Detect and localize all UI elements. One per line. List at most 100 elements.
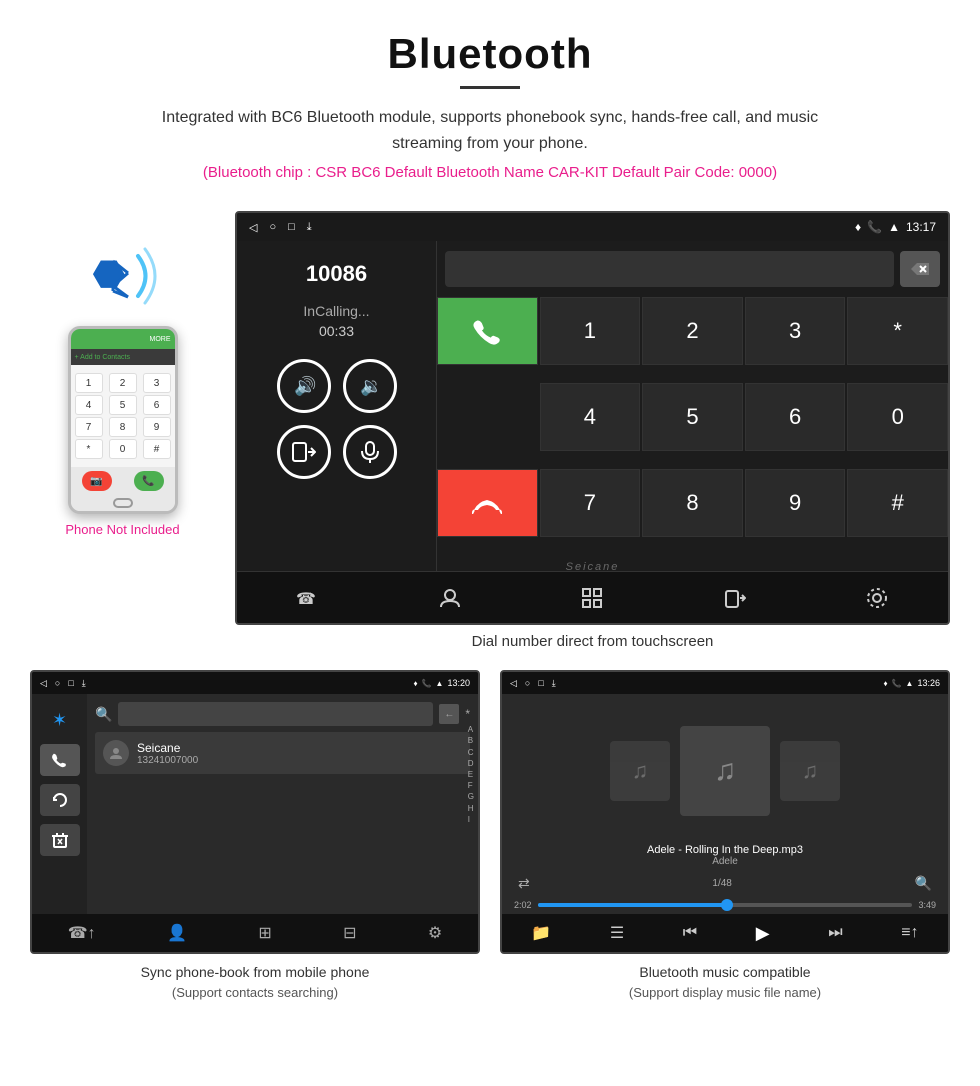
music-folder-icon[interactable]: 📁	[531, 923, 551, 943]
music-track-info: 1/48	[712, 878, 731, 889]
music-nav-circle[interactable]: ○	[525, 678, 530, 689]
music-progress-bar[interactable]	[538, 903, 913, 907]
car-screen-body: 10086 InCalling... 00:33 🔊	[237, 241, 948, 571]
status-bar-right: ♦ 📞 ▲ 13:17	[855, 220, 936, 234]
pb-nav-back[interactable]: ◁	[40, 678, 47, 689]
dialer-key-6[interactable]: 6	[143, 395, 171, 415]
bottom-phone-icon[interactable]: ☎ ↑	[283, 578, 333, 618]
music-caption: Bluetooth music compatible (Support disp…	[500, 954, 950, 1007]
transfer-button[interactable]	[277, 425, 331, 479]
bottom-contacts-icon[interactable]	[425, 578, 475, 618]
pb-contact-avatar	[103, 740, 129, 766]
car-screen: ◁ ○ □ ⤓ ♦ 📞 ▲ 13:17	[235, 211, 950, 625]
pb-nav-dl[interactable]: ⤓	[82, 678, 86, 689]
pb-content: 🔍 ← *	[87, 694, 478, 914]
music-caption-main: Bluetooth music compatible	[510, 962, 940, 983]
bluetooth-sidebar-icon[interactable]: ✶	[40, 704, 80, 736]
pb-back-button[interactable]: ←	[439, 704, 459, 724]
svg-text:↑: ↑	[308, 590, 313, 601]
dialer-key-hash[interactable]: #	[143, 439, 171, 459]
music-body: ♫ ♫ ♫ Adele - Rolling In the Deep.mp3 Ad…	[502, 694, 948, 914]
pb-phone-button[interactable]	[40, 744, 80, 776]
bottom-settings-icon[interactable]	[852, 578, 902, 618]
phone-home-button[interactable]	[113, 498, 133, 508]
dialer-key-star[interactable]: *	[75, 439, 103, 459]
nav-download-icon[interactable]: ⤓	[307, 221, 312, 234]
dialer-key-0[interactable]: 0	[847, 383, 948, 451]
phone-call-button[interactable]: 📞	[134, 471, 164, 491]
dialer-key-star[interactable]: *	[847, 297, 948, 365]
music-prev-icon[interactable]: ⏮	[683, 924, 697, 942]
music-wifi-icon: ▲	[906, 679, 914, 688]
dialer-key-1[interactable]: 1	[75, 373, 103, 393]
music-equalizer-icon[interactable]: ≡↑	[901, 924, 918, 942]
phone-end-button[interactable]: 📷	[82, 471, 112, 491]
pb-nav-circle[interactable]: ○	[55, 678, 60, 689]
pb-contact-number: 13241007000	[137, 755, 198, 766]
dialer-key-2[interactable]: 2	[109, 373, 137, 393]
pb-delete-button[interactable]	[40, 824, 80, 856]
dialer-key-4[interactable]: 4	[540, 383, 641, 451]
dialer-key-5[interactable]: 5	[642, 383, 743, 451]
music-time-total: 3:49	[918, 900, 936, 910]
dialer-key-8[interactable]: 8	[642, 469, 743, 537]
nav-square-icon[interactable]: □	[288, 221, 295, 234]
pb-bottom-grid-icon[interactable]: ⊞	[258, 923, 271, 943]
dialer-row-4: * 0 #	[75, 439, 171, 459]
dialer-key-7[interactable]: 7	[540, 469, 641, 537]
dialer-key-9[interactable]: 9	[143, 417, 171, 437]
music-note-main-icon: ♫	[714, 754, 737, 788]
music-list-icon[interactable]: ☰	[610, 923, 624, 943]
pb-search-input[interactable]	[118, 702, 433, 726]
music-nav-square[interactable]: □	[538, 678, 543, 689]
dialer-key-6[interactable]: 6	[745, 383, 846, 451]
dialer-key-5[interactable]: 5	[109, 395, 137, 415]
pb-asterisk: *	[465, 707, 470, 721]
nav-back-icon[interactable]: ◁	[249, 221, 257, 234]
bottom-transfer-icon[interactable]	[710, 578, 760, 618]
mic-button[interactable]	[343, 425, 397, 479]
shuffle-icon[interactable]: ⇄	[518, 875, 530, 892]
dialer-key-9[interactable]: 9	[745, 469, 846, 537]
dialer-key-3[interactable]: 3	[143, 373, 171, 393]
dialer-key-7[interactable]: 7	[75, 417, 103, 437]
nav-circle-icon[interactable]: ○	[269, 221, 276, 234]
pb-bottom-transfer-icon[interactable]: ⊟	[343, 923, 356, 943]
dialer-key-hash[interactable]: #	[847, 469, 948, 537]
volume-down-button[interactable]: 🔉	[343, 359, 397, 413]
location-icon: ♦	[855, 220, 861, 234]
pb-phone-icon: 📞	[422, 679, 432, 688]
music-search-icon[interactable]: 🔍	[915, 875, 932, 892]
call-end-button[interactable]	[437, 469, 538, 537]
pb-refresh-button[interactable]	[40, 784, 80, 816]
pb-bottom-contacts-icon[interactable]: 👤	[167, 923, 187, 943]
music-nav-back[interactable]: ◁	[510, 678, 517, 689]
music-play-icon[interactable]: ▶	[756, 923, 770, 944]
pb-bottom-phone-icon[interactable]: ☎↑	[68, 923, 96, 943]
music-title: Adele - Rolling In the Deep.mp3	[502, 844, 948, 856]
dialer-key-0[interactable]: 0	[109, 439, 137, 459]
dialer-key-4[interactable]: 4	[75, 395, 103, 415]
dialer-key-8[interactable]: 8	[109, 417, 137, 437]
dialer-key-3[interactable]: 3	[745, 297, 846, 365]
pb-bottom-settings-icon[interactable]: ⚙	[428, 923, 442, 943]
pb-nav-square[interactable]: □	[68, 678, 73, 689]
dialer-backspace-button[interactable]	[900, 251, 940, 287]
music-phone-icon: 📞	[892, 679, 902, 688]
dialer-key-1[interactable]: 1	[540, 297, 641, 365]
pb-contact-name: Seicane	[137, 741, 198, 755]
dialer-key-2[interactable]: 2	[642, 297, 743, 365]
call-status: InCalling...	[303, 303, 369, 319]
car-status-bar: ◁ ○ □ ⤓ ♦ 📞 ▲ 13:17	[237, 213, 948, 241]
bottom-grid-icon[interactable]	[567, 578, 617, 618]
dialer-input-field[interactable]	[445, 251, 894, 287]
music-next-icon[interactable]: ⏭	[828, 924, 842, 942]
call-controls: 🔊 🔉	[277, 359, 397, 479]
music-covers: ♫ ♫ ♫	[502, 694, 948, 840]
music-nav-dl[interactable]: ⤓	[552, 678, 556, 689]
phone-transfer-bottom-icon	[724, 587, 746, 609]
volume-up-button[interactable]: 🔊	[277, 359, 331, 413]
music-time-current: 2:02	[514, 900, 532, 910]
call-answer-button[interactable]	[437, 297, 538, 365]
status-time: 13:17	[906, 220, 936, 234]
